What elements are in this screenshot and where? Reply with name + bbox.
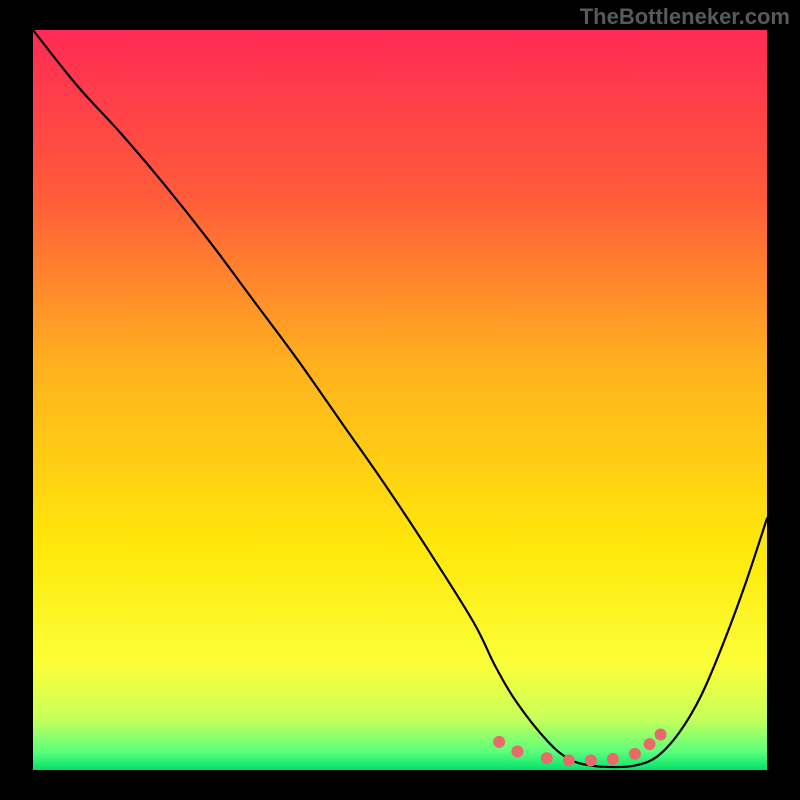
marker-dot [541, 752, 553, 764]
marker-dot [585, 754, 597, 766]
marker-dot [511, 746, 523, 758]
marker-dot [563, 754, 575, 766]
marker-dot [493, 736, 505, 748]
bottleneck-chart [0, 0, 800, 800]
marker-dot [655, 728, 667, 740]
plot-background [33, 30, 767, 770]
marker-dot [644, 738, 656, 750]
marker-dot [607, 753, 619, 765]
marker-dot [629, 748, 641, 760]
chart-frame: TheBottleneker.com [0, 0, 800, 800]
